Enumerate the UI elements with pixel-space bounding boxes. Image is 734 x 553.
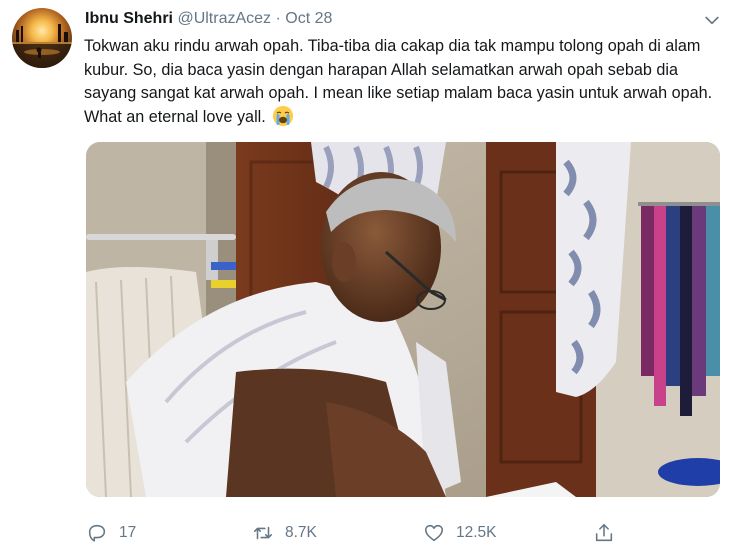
reply-button[interactable]: 17 [86,519,136,547]
tweet-date[interactable]: Oct 28 [285,10,332,27]
loudly-crying-face-icon [273,105,294,126]
author-handle[interactable]: @UltrazAcez [177,10,271,27]
avatar-sunset-image [12,24,72,68]
tweet-photo[interactable] [86,142,720,497]
retweet-count: 8.7K [285,524,317,541]
like-button[interactable]: 12.5K [423,519,497,547]
avatar[interactable] [12,8,72,68]
separator-dot: · [275,10,281,27]
tweet-header: Ibnu Shehri @UltrazAcez · Oct 28 [85,10,332,28]
tweet-text: Tokwan aku rindu arwah opah. Tiba-tiba d… [84,35,719,129]
share-icon [595,523,613,542]
like-count: 12.5K [456,524,497,541]
share-button[interactable] [593,519,615,547]
reply-icon [88,524,106,542]
reply-count: 17 [119,524,137,541]
tweet-actions: 17 8.7K 12.5K [0,519,734,547]
retweet-button[interactable]: 8.7K [252,519,317,547]
photo-elderly-man-reading [86,142,720,497]
retweet-icon [253,526,273,540]
tweet-body: Tokwan aku rindu arwah opah. Tiba-tiba d… [84,37,713,126]
chevron-down-icon[interactable] [702,10,722,30]
author-name[interactable]: Ibnu Shehri [85,10,173,27]
heart-icon [424,524,444,542]
